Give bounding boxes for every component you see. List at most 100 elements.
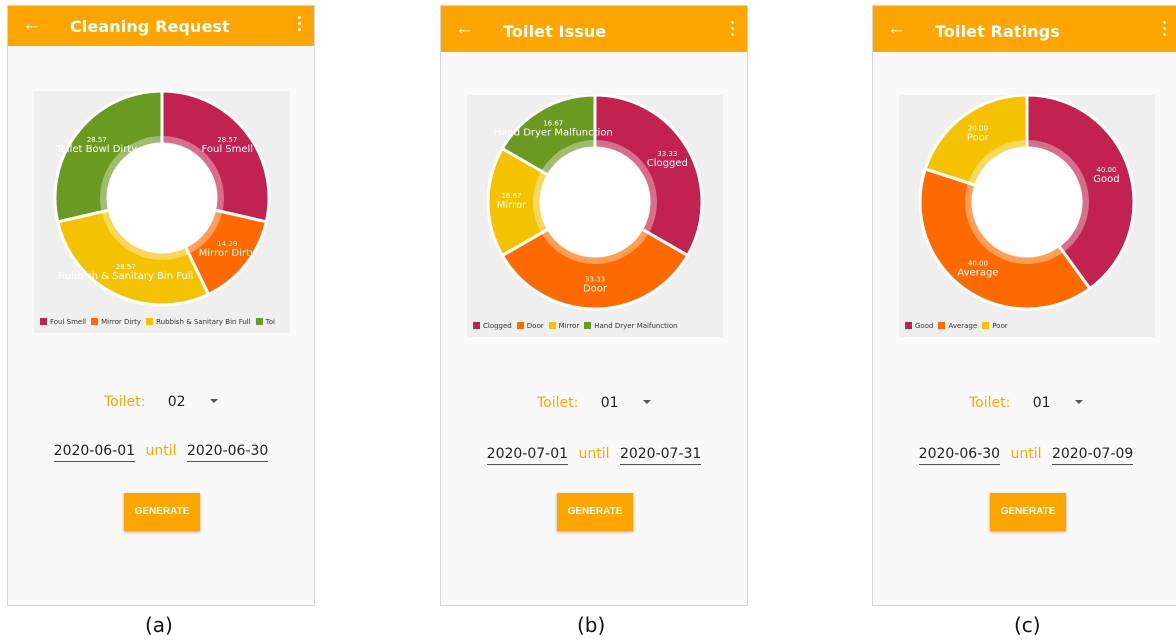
start-date-field[interactable]: 2020-06-01: [53, 443, 136, 462]
toilet-label: Toilet:: [103, 394, 146, 410]
slice-category-label: Toilet Bowl Dirty: [55, 144, 137, 155]
legend-label: Mirror: [558, 322, 580, 330]
page-title: Toilet Issue: [503, 22, 607, 41]
end-date-field[interactable]: 2020-06-30: [186, 443, 269, 462]
slice-category-label: Clogged: [647, 158, 688, 169]
legend-item: Door: [516, 322, 544, 330]
legend-item: Poor: [982, 322, 1008, 330]
legend-swatch: [40, 318, 47, 325]
generate-button[interactable]: GENERATE: [990, 493, 1066, 531]
back-arrow-icon[interactable]: ←: [887, 18, 906, 40]
toilet-dropdown[interactable]: 02: [150, 394, 219, 410]
slice-value-label: 40.00: [968, 260, 988, 268]
legend-item: Hand Dryer Malfunction: [584, 322, 678, 330]
slice-value-label: 28.57: [217, 136, 237, 144]
app-bar: ← Toilet Issue: [441, 6, 747, 52]
back-arrow-icon[interactable]: ←: [455, 18, 474, 40]
slice-category-label: Hand Dryer Malfunction: [494, 128, 613, 139]
date-range-row: 2020-07-01 until 2020-07-31: [441, 446, 747, 465]
legend-item: Rubbish & Sanitary Bin Full: [146, 318, 251, 326]
donut-hole: [109, 145, 215, 251]
legend-swatch: [91, 318, 99, 325]
legend-item: Good: [905, 322, 933, 330]
legend-label: Rubbish & Sanitary Bin Full: [156, 318, 251, 326]
end-date-field[interactable]: 2020-07-09: [1051, 446, 1134, 465]
slice-value-label: 16.67: [501, 192, 521, 200]
pie-chart-svg: 28.57Foul Smell14.29Mirror Dirty28.57Rub…: [53, 91, 271, 307]
toilet-value[interactable]: 01: [601, 395, 619, 411]
slice-value-label: 40.00: [1096, 166, 1116, 174]
screen-toilet-issue: ← Toilet Issue 33.33 Clogged 33.33 Door 16.6…: [440, 5, 748, 606]
legend-swatch: [938, 322, 946, 329]
pie-chart: 40.00 Good 40.00 Average 20.00 Poor Good Avera…: [899, 95, 1155, 337]
date-range-row: 2020-06-30 until 2020-07-09: [873, 446, 1176, 465]
legend-label: Toi: [265, 318, 275, 326]
slice-value-label: 28.57: [87, 136, 107, 144]
legend-swatch: [255, 318, 263, 325]
generate-button[interactable]: GENERATE: [124, 493, 200, 531]
legend-item: Foul Smell: [40, 318, 86, 326]
legend-item: Average: [938, 322, 977, 330]
legend-label: Poor: [992, 322, 1008, 330]
slice-value-label: 20.00: [968, 124, 988, 132]
chart-legend: Good Average Poor: [905, 322, 1155, 334]
toilet-selector-row: Toilet: 01: [441, 395, 747, 411]
generate-button[interactable]: GENERATE: [557, 493, 633, 531]
legend-label: Good: [915, 322, 934, 330]
legend-swatch: [982, 322, 990, 329]
legend-swatch: [473, 322, 480, 329]
app-bar: ← Toilet Ratings: [873, 6, 1176, 52]
toilet-selector-row: Toilet: 02: [8, 394, 314, 410]
chart-legend: Foul Smell Mirror Dirty Rubbish & Sanitary…: [40, 318, 290, 330]
toilet-dropdown[interactable]: 01: [1015, 395, 1084, 411]
caret-down-icon[interactable]: [1075, 400, 1084, 404]
figure-caption: (a): [145, 613, 173, 637]
slice-value-label: 14.29: [217, 240, 237, 248]
slice-category-label: Rubbish & Sanitary Bin Full: [58, 271, 193, 282]
date-range-row: 2020-06-01 until 2020-06-30: [8, 443, 314, 462]
pie-chart-svg: 40.00Good40.00Average20.00Poor: [918, 95, 1136, 311]
legend-item: Clogged: [473, 322, 512, 330]
chart-legend: Clogged Door Mirror Hand Dryer Malfunction: [473, 322, 723, 334]
legend-item: Mirror: [548, 322, 580, 330]
until-label: until: [578, 446, 610, 462]
more-vertical-icon[interactable]: [731, 21, 735, 39]
pie-chart: 28.57 Foul Smell 14.29 Mirror Dirty 28.57 Rub…: [34, 91, 290, 333]
legend-label: Average: [948, 322, 978, 330]
toilet-value[interactable]: 01: [1033, 395, 1051, 411]
start-date-field[interactable]: 2020-06-30: [918, 446, 1001, 465]
toilet-selector-row: Toilet: 01: [873, 395, 1176, 411]
donut-hole: [542, 149, 648, 255]
screen-toilet-ratings: ← Toilet Ratings 40.00 Good 40.00 Average 20…: [872, 5, 1176, 606]
toilet-label: Toilet:: [968, 395, 1011, 411]
legend-item: Mirror Dirty: [91, 318, 141, 326]
slice-category-label: Mirror: [497, 200, 527, 211]
legend-label: Hand Dryer Malfunction: [594, 322, 678, 330]
end-date-field[interactable]: 2020-07-31: [619, 446, 702, 465]
slice-category-label: Foul Smell: [201, 144, 253, 155]
pie-chart-svg: 33.33Clogged33.33Door16.67Mirror16.67Han…: [486, 95, 704, 311]
page-title: Toilet Ratings: [935, 22, 1060, 41]
figure-caption: (b): [577, 613, 606, 637]
slice-category-label: Door: [583, 284, 608, 295]
more-vertical-icon[interactable]: [298, 16, 302, 34]
toilet-value[interactable]: 02: [168, 394, 186, 410]
start-date-field[interactable]: 2020-07-01: [486, 446, 569, 465]
slice-category-label: Mirror Dirty: [199, 248, 256, 259]
caret-down-icon[interactable]: [643, 400, 652, 404]
back-arrow-icon[interactable]: ←: [22, 14, 41, 36]
caret-down-icon[interactable]: [210, 399, 219, 403]
more-vertical-icon[interactable]: [1163, 21, 1167, 39]
legend-swatch: [905, 322, 912, 329]
slice-value-label: 28.57: [116, 263, 136, 271]
screen-cleaning-request: ← Cleaning Request 28.57 Foul Smell 14.29 M…: [7, 5, 315, 606]
legend-label: Door: [526, 322, 544, 330]
until-label: until: [145, 443, 177, 459]
pie-chart: 33.33 Clogged 33.33 Door 16.67 Mirror 16.67 Han…: [467, 95, 723, 337]
slice-category-label: Good: [1093, 174, 1119, 185]
page-title: Cleaning Request: [70, 17, 230, 36]
legend-item: Toi: [255, 318, 275, 326]
legend-swatch: [146, 318, 154, 325]
toilet-dropdown[interactable]: 01: [583, 395, 652, 411]
slice-category-label: Average: [957, 268, 998, 279]
